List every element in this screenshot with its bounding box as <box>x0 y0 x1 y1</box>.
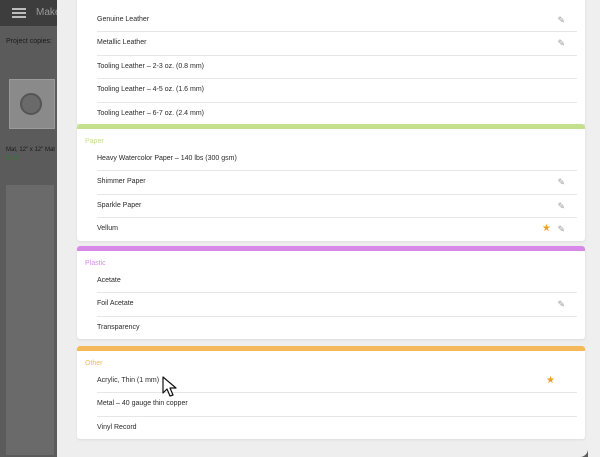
material-row[interactable]: Genuine Leather ✎ <box>97 9 577 33</box>
category-card-leather: Genuine Leather ✎ Metallic Leather ✎ Too… <box>77 0 585 125</box>
category-title: Plastic <box>85 260 106 267</box>
edit-icon[interactable]: ✎ <box>557 171 565 193</box>
material-row[interactable]: Shimmer Paper ✎ <box>97 171 577 195</box>
material-label: Metal – 40 gauge thin copper <box>97 400 188 408</box>
category-card-paper: Paper Heavy Watercolor Paper – 140 lbs (… <box>77 124 585 241</box>
material-row[interactable]: Metallic Leather ✎ <box>97 32 577 56</box>
edit-icon[interactable]: ✎ <box>557 218 565 240</box>
category-card-plastic: Plastic Acetate Foil Acetate ✎ Transpare… <box>77 246 585 340</box>
material-label: Genuine Leather <box>97 16 150 23</box>
category-card-other: Other Acrylic, Thin (1 mm) ★ Metal – 40 … <box>77 346 585 440</box>
right-edge <box>588 0 600 457</box>
pointer-icon <box>162 376 177 397</box>
hamburger-icon[interactable] <box>12 8 26 18</box>
star-icon[interactable]: ★ <box>546 370 555 392</box>
material-label: Vellum <box>97 225 119 233</box>
material-label: Acetate <box>97 277 121 284</box>
material-row[interactable]: Acetate <box>97 270 577 294</box>
background-panel <box>6 185 54 455</box>
material-label: Tooling Leather – 4-5 oz. (1.6 mm) <box>97 86 204 94</box>
material-row[interactable]: Foil Acetate ✎ <box>97 293 577 317</box>
material-row[interactable]: Tooling Leather – 2-3 oz. (0.8 mm) <box>97 56 577 80</box>
star-icon[interactable]: ★ <box>542 218 551 240</box>
mat-label: Mat, 12" x 12" Mat <box>6 147 55 153</box>
material-label: Foil Acetate <box>97 300 134 308</box>
material-row[interactable]: Heavy Watercolor Paper – 140 lbs (300 gs… <box>97 148 577 172</box>
project-copies-label: Project copies: <box>6 38 52 45</box>
material-label: Acrylic, Thin (1 mm) <box>97 377 160 384</box>
material-label: Tooling Leather – 6-7 oz. (2.4 mm) <box>97 109 204 117</box>
category-title: Paper <box>85 138 104 145</box>
edit-icon[interactable]: ✎ <box>557 32 565 54</box>
edit-icon[interactable]: ✎ <box>557 293 565 315</box>
category-title: Other <box>85 360 103 367</box>
material-row[interactable]: Sparkle Paper ✎ <box>97 195 577 219</box>
material-label: Sparkle Paper <box>97 201 142 209</box>
edit-link[interactable]: Edit <box>6 155 18 162</box>
material-row[interactable]: Vinyl Record <box>97 417 577 439</box>
mat-thumbnail[interactable] <box>9 79 55 129</box>
material-label: Tooling Leather – 2-3 oz. (0.8 mm) <box>97 62 204 70</box>
material-row[interactable]: Tooling Leather – 6-7 oz. (2.4 mm) <box>97 103 577 125</box>
material-row[interactable]: Vellum ★ ✎ <box>97 218 577 240</box>
material-row[interactable]: Tooling Leather – 4-5 oz. (1.6 mm) <box>97 79 577 103</box>
material-label: Shimmer Paper <box>97 178 146 186</box>
material-label: Heavy Watercolor Paper – 140 lbs (300 gs… <box>97 155 237 162</box>
edit-icon[interactable]: ✎ <box>557 9 565 31</box>
material-label: Vinyl Record <box>97 423 137 431</box>
material-label: Transparency <box>97 323 140 331</box>
material-label: Metallic Leather <box>97 39 147 47</box>
edit-icon[interactable]: ✎ <box>557 195 565 217</box>
material-row[interactable]: Transparency <box>97 317 577 339</box>
